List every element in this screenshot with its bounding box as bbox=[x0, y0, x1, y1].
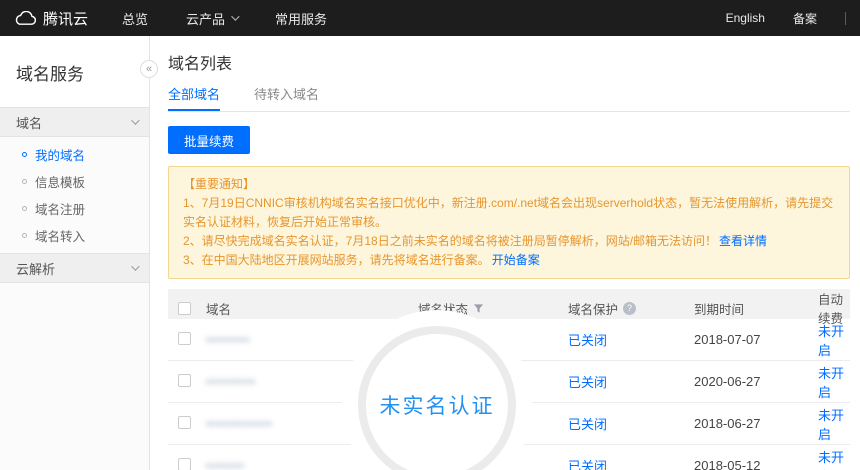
primary-nav: 总览 云产品 常用服务 bbox=[122, 9, 327, 28]
notice-line: 2、请尽快完成域名实名认证，7月18日之前未实名的域名将被注册局暂停解析，网站/… bbox=[183, 232, 835, 251]
expire-date: 2018-07-07 bbox=[694, 332, 818, 347]
expire-date: 2020-06-27 bbox=[694, 374, 818, 389]
watermark-ring: 未实名认证 bbox=[358, 326, 516, 470]
nav-overview[interactable]: 总览 bbox=[122, 9, 148, 28]
sidebar: 域名服务 « 域名 我的域名 信息模板 域名注册 域名转入 云解析 bbox=[0, 36, 150, 470]
section-label: 云解析 bbox=[16, 259, 55, 278]
expire-date: 2018-06-27 bbox=[694, 416, 818, 431]
tencent-cloud-logo-icon bbox=[14, 11, 36, 26]
top-navbar: 腾讯云 总览 云产品 常用服务 English 备案 bbox=[0, 0, 860, 36]
start-beian-link[interactable]: 开始备案 bbox=[492, 253, 540, 267]
bulk-renew-button[interactable]: 批量续费 bbox=[168, 126, 250, 154]
tab-transfer-in[interactable]: 待转入域名 bbox=[254, 84, 319, 111]
chevron-down-icon bbox=[131, 116, 139, 124]
sidebar-collapse-button[interactable]: « bbox=[140, 60, 158, 78]
notice-line: 3、在中国大陆地区开展网站服务，请先将域名进行备案。开始备案 bbox=[183, 251, 835, 270]
sidebar-section-dns[interactable]: 云解析 bbox=[0, 253, 149, 283]
notice-box: 【重要通知】 1、7月19日CNNIC审核机构域名实名接口优化中，新注册.com… bbox=[168, 166, 850, 279]
col-domain: 域名 bbox=[206, 299, 418, 318]
nav-common-services[interactable]: 常用服务 bbox=[275, 9, 327, 28]
expire-date: 2018-05-12 bbox=[694, 458, 818, 470]
sidebar-item-domain-transfer[interactable]: 域名转入 bbox=[0, 222, 149, 249]
notice-title: 【重要通知】 bbox=[183, 175, 835, 194]
help-icon[interactable]: ? bbox=[623, 302, 636, 315]
row-checkbox[interactable] bbox=[178, 458, 191, 470]
sidebar-item-info-template[interactable]: 信息模板 bbox=[0, 168, 149, 195]
bullet-icon bbox=[22, 233, 27, 238]
auto-renew-link[interactable]: 未开启 bbox=[818, 366, 844, 400]
select-all-checkbox[interactable] bbox=[178, 302, 191, 315]
protection-link[interactable]: 已关闭 bbox=[568, 459, 607, 470]
domain-name[interactable]: ••••••• bbox=[206, 458, 245, 470]
sidebar-items: 我的域名 信息模板 域名注册 域名转入 bbox=[0, 137, 149, 253]
watermark-label: 未实名认证 bbox=[380, 390, 495, 420]
row-checkbox[interactable] bbox=[178, 332, 191, 345]
bullet-icon bbox=[22, 206, 27, 211]
row-checkbox[interactable] bbox=[178, 416, 191, 429]
section-label: 域名 bbox=[16, 113, 42, 132]
page-title: 域名列表 bbox=[168, 50, 852, 70]
bullet-icon bbox=[22, 152, 27, 157]
notice-line: 1、7月19日CNNIC审核机构域名实名接口优化中，新注册.com/.net域名… bbox=[183, 194, 835, 232]
main-content: 域名列表 全部域名 待转入域名 批量续费 【重要通知】 1、7月19日CNNIC… bbox=[150, 36, 860, 470]
brand-label: 腾讯云 bbox=[43, 8, 88, 29]
sidebar-item-my-domains[interactable]: 我的域名 bbox=[0, 141, 149, 168]
table-header: 域名 域名状态 域名保护 ? 到期时间 自动续费 bbox=[168, 289, 850, 319]
protection-link[interactable]: 已关闭 bbox=[568, 417, 607, 432]
chevron-down-icon bbox=[131, 262, 139, 270]
filter-icon[interactable] bbox=[473, 303, 484, 314]
auto-renew-link[interactable]: 未开启 bbox=[818, 324, 844, 358]
chevron-down-icon bbox=[231, 12, 239, 20]
service-title: 域名服务 bbox=[16, 60, 133, 85]
col-protection: 域名保护 ? bbox=[568, 299, 694, 318]
col-expire: 到期时间 bbox=[694, 299, 818, 318]
page: 腾讯云 总览 云产品 常用服务 English 备案 域名服务 « 域名 bbox=[0, 0, 860, 470]
brand[interactable]: 腾讯云 bbox=[14, 8, 88, 29]
nav-beian[interactable]: 备案 bbox=[793, 10, 817, 27]
domain-name[interactable]: •••••••• bbox=[206, 332, 250, 347]
nav-divider bbox=[845, 12, 846, 25]
secondary-nav: English 备案 bbox=[726, 10, 846, 27]
tab-all-domains[interactable]: 全部域名 bbox=[168, 84, 220, 111]
nav-products[interactable]: 云产品 bbox=[186, 9, 237, 28]
view-details-link[interactable]: 查看详情 bbox=[719, 234, 767, 248]
domain-name[interactable]: ••••••••• bbox=[206, 374, 256, 389]
auto-renew-link[interactable]: 未开启 bbox=[818, 450, 844, 470]
nav-english[interactable]: English bbox=[726, 11, 765, 25]
protection-link[interactable]: 已关闭 bbox=[568, 333, 607, 348]
row-checkbox[interactable] bbox=[178, 374, 191, 387]
tab-bar: 全部域名 待转入域名 bbox=[168, 84, 850, 112]
bullet-icon bbox=[22, 179, 27, 184]
sidebar-menu: 域名 我的域名 信息模板 域名注册 域名转入 云解析 bbox=[0, 107, 149, 283]
domain-name[interactable]: •••••••••••• bbox=[206, 416, 273, 431]
sidebar-header: 域名服务 « bbox=[0, 36, 149, 107]
protection-link[interactable]: 已关闭 bbox=[568, 375, 607, 390]
auto-renew-link[interactable]: 未开启 bbox=[818, 408, 844, 442]
sidebar-section-domain[interactable]: 域名 bbox=[0, 107, 149, 137]
sidebar-item-domain-register[interactable]: 域名注册 bbox=[0, 195, 149, 222]
